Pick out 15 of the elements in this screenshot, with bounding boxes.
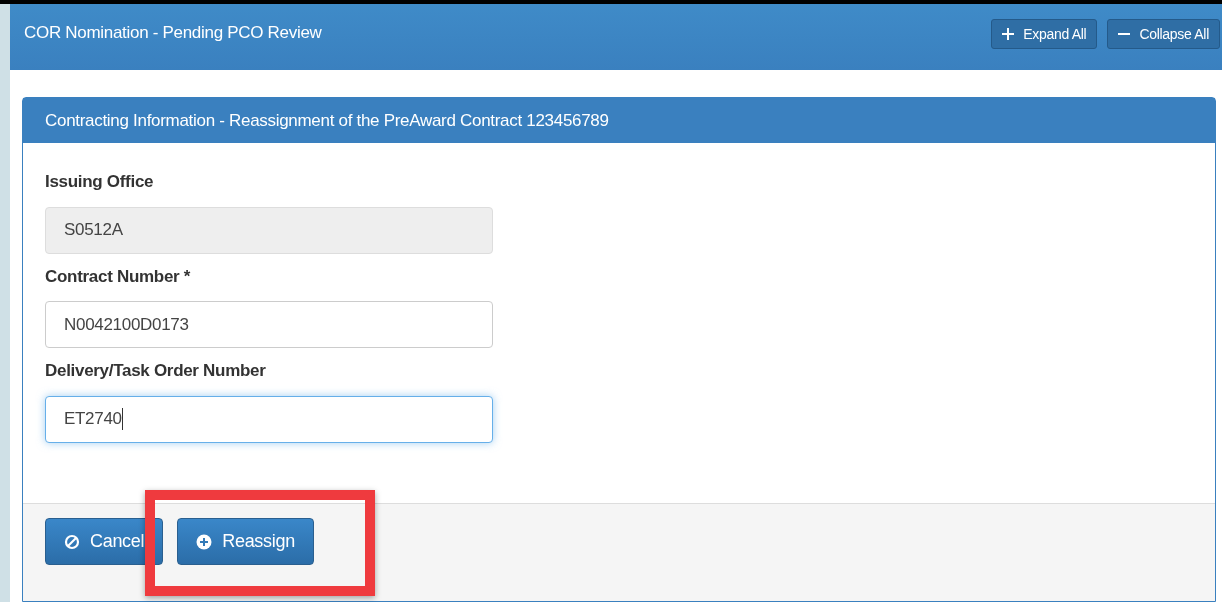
panel-title: Contracting Information - Reassignment of the PreAward Contract 123456789	[45, 109, 609, 132]
ban-icon	[64, 533, 80, 550]
field-label: Contract Number *	[45, 265, 192, 288]
page-title: COR Nomination - Pending PCO Review	[24, 22, 322, 45]
action-button[interactable]: Cancel	[45, 518, 164, 565]
input-field[interactable]: N0042100D0173	[45, 301, 493, 348]
text-cursor	[121, 408, 123, 430]
input-field[interactable]: ET2740	[45, 395, 493, 443]
header-button[interactable]: Collapse All	[1107, 19, 1220, 49]
action-button[interactable]: Reassign	[177, 518, 314, 565]
field-label: Delivery/Task Order Number	[45, 360, 267, 382]
plus-circle-icon	[196, 533, 213, 550]
field-label: Issuing Office	[45, 171, 155, 193]
plus-icon	[1002, 28, 1015, 40]
header-button[interactable]: Expand All	[991, 19, 1098, 49]
